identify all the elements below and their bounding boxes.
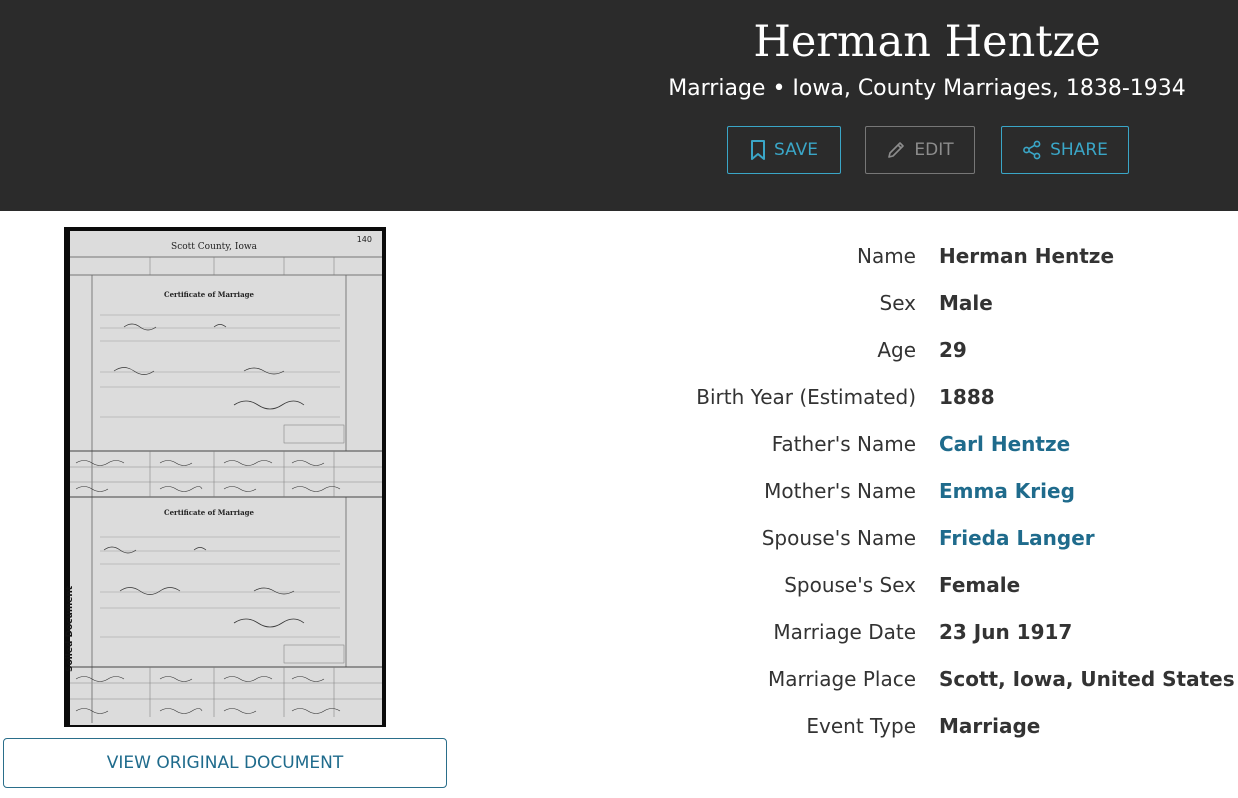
fact-value: Marriage [939, 714, 1041, 738]
document-certificate-heading-2: Certificate of Marriage [164, 508, 254, 517]
bookmark-icon [750, 140, 765, 160]
view-original-document-button[interactable]: VIEW ORIGINAL DOCUMENT [3, 738, 447, 788]
save-button-label: SAVE [773, 140, 819, 160]
fact-value-link[interactable]: Frieda Langer [939, 515, 1095, 562]
fact-label: Mother's Name [764, 479, 916, 503]
record-facts: Name Herman Hentze Sex Male Age 29 Birth Year … [600, 233, 1238, 750]
fact-row: Event Type Marriage [600, 703, 1238, 750]
fact-value: Herman Hentze [939, 244, 1115, 268]
document-county-heading: Scott County, Iowa [171, 242, 258, 252]
record-subtitle: Marriage • Iowa, County Marriages, 1838-… [668, 76, 1186, 101]
pencil-icon [888, 142, 905, 158]
fact-label: Spouse's Sex [784, 573, 916, 597]
fact-row: Birth Year (Estimated) 1888 [600, 374, 1238, 421]
fact-value: Scott, Iowa, United States [939, 667, 1235, 691]
document-image: Scott County, Iowa 140 Certificate of Ma… [64, 227, 386, 727]
edit-button[interactable]: EDIT [865, 126, 975, 174]
document-side-stamp: Soiled Document [65, 585, 75, 672]
fact-value: Female [939, 573, 1021, 597]
fact-row: Spouse's Name Frieda Langer [600, 515, 1238, 562]
fact-row: Mother's Name Emma Krieg [600, 468, 1238, 515]
fact-label: Spouse's Name [761, 526, 916, 550]
fact-label: Name [856, 244, 916, 268]
fact-row: Age 29 [600, 327, 1238, 374]
fact-row: Marriage Place Scott, Iowa, United States [600, 656, 1238, 703]
record-header: Herman Hentze Marriage • Iowa, County Ma… [0, 0, 1238, 211]
fact-value-link[interactable]: Carl Hentze [939, 421, 1070, 468]
fact-label: Father's Name [771, 432, 916, 456]
document-certificate-heading-1: Certificate of Marriage [164, 290, 254, 299]
fact-value: 29 [939, 338, 967, 362]
document-page-number: 140 [357, 235, 372, 244]
fact-row: Name Herman Hentze [600, 233, 1238, 280]
document-thumbnail[interactable]: Scott County, Iowa 140 Certificate of Ma… [64, 227, 386, 727]
fact-row: Sex Male [600, 280, 1238, 327]
fact-label: Marriage Place [768, 667, 916, 691]
fact-row: Spouse's Sex Female [600, 562, 1238, 609]
fact-value: 23 Jun 1917 [939, 620, 1073, 644]
fact-row: Marriage Date 23 Jun 1917 [600, 609, 1238, 656]
fact-label: Age [877, 338, 916, 362]
share-button-label: SHARE [1050, 140, 1108, 160]
fact-value: 1888 [939, 385, 995, 409]
fact-value: Male [939, 291, 993, 315]
fact-label: Event Type [806, 714, 916, 738]
edit-button-label: EDIT [914, 140, 954, 160]
fact-label: Sex [879, 291, 916, 315]
save-button[interactable]: SAVE [727, 126, 841, 174]
fact-label: Birth Year (Estimated) [696, 385, 916, 409]
page-title: Herman Hentze [753, 17, 1101, 67]
fact-label: Marriage Date [773, 620, 916, 644]
share-button[interactable]: SHARE [1001, 126, 1129, 174]
share-icon [1023, 140, 1041, 160]
fact-value-link[interactable]: Emma Krieg [939, 468, 1075, 515]
fact-row: Father's Name Carl Hentze [600, 421, 1238, 468]
